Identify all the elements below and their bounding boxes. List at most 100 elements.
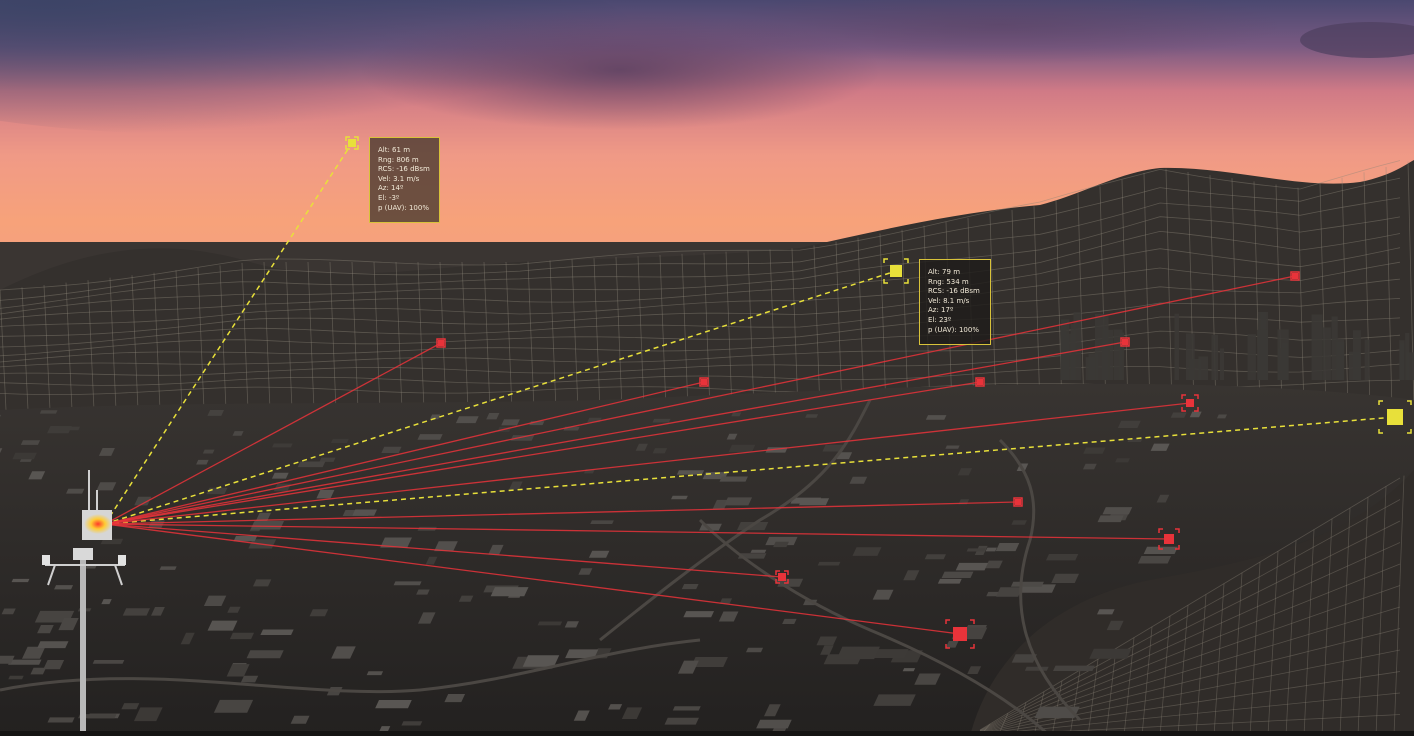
building [1011, 520, 1027, 525]
building [1277, 348, 1288, 380]
track-marker[interactable] [975, 377, 985, 387]
building [1097, 609, 1115, 615]
uav-probability-readout: p (UAV): 100% [378, 203, 429, 212]
building [745, 647, 764, 653]
building [12, 452, 37, 460]
building [836, 646, 880, 660]
uav-target-icon [348, 139, 356, 147]
building [902, 668, 916, 672]
velocity-readout: Vel: 8.1 m/s [928, 296, 970, 305]
building [1102, 328, 1109, 380]
building [1060, 323, 1067, 380]
building [330, 438, 349, 443]
azimuth-readout: Az: 17º [928, 306, 954, 315]
track-marker[interactable] [1120, 337, 1130, 347]
track-target-icon [1164, 534, 1174, 544]
building [47, 717, 75, 723]
building [272, 443, 293, 448]
elevation-readout: El: 23º [928, 315, 952, 324]
building [1113, 329, 1123, 380]
building [455, 416, 479, 424]
building [590, 520, 614, 525]
building [1097, 515, 1124, 523]
building [852, 547, 882, 556]
building [1051, 573, 1080, 583]
building [1010, 581, 1044, 587]
building [352, 509, 378, 516]
track-target-icon [1292, 273, 1298, 279]
building [671, 495, 688, 500]
track-target-icon [977, 379, 983, 385]
building [8, 675, 24, 680]
building [1115, 458, 1130, 463]
building [202, 449, 215, 454]
building [213, 699, 254, 713]
building [1102, 507, 1133, 515]
building [416, 589, 430, 595]
track-marker[interactable] [436, 338, 446, 348]
building [196, 459, 209, 465]
azimuth-readout: Az: 14º [378, 184, 404, 193]
range-readout: Rng: 806 m [378, 155, 419, 164]
building [1247, 334, 1256, 380]
uav-target-icon [1387, 409, 1403, 425]
building [1364, 339, 1370, 380]
building [11, 578, 30, 583]
track-target-icon [953, 627, 967, 641]
altitude-readout: Alt: 61 m [378, 146, 411, 154]
track-target-icon [1186, 399, 1194, 407]
building [207, 620, 238, 631]
building [924, 554, 946, 560]
building [925, 415, 947, 420]
building [401, 721, 423, 726]
building [1220, 348, 1225, 380]
building [537, 621, 563, 626]
building [92, 660, 125, 664]
building [672, 706, 701, 711]
building [1053, 665, 1095, 671]
building [1211, 334, 1218, 380]
building [1024, 666, 1049, 671]
building [417, 434, 443, 440]
building [782, 618, 797, 625]
building [652, 418, 671, 423]
elevation-readout: El: -3º [378, 193, 400, 202]
track-marker[interactable] [1290, 271, 1300, 281]
building [8, 659, 42, 665]
uav-info-card[interactable]: Alt: 79 m Rng: 534 m RCS: -16 dBsm Vel: … [919, 259, 991, 345]
building [37, 641, 69, 649]
track-marker[interactable] [699, 377, 709, 387]
building [966, 548, 986, 552]
uav-target-icon [890, 265, 902, 277]
building [490, 587, 529, 597]
building [1399, 340, 1405, 380]
building [750, 549, 767, 553]
altitude-readout: Alt: 79 m [928, 268, 961, 276]
building [1405, 332, 1410, 380]
building [381, 446, 402, 453]
building [995, 543, 1020, 552]
building [719, 476, 748, 482]
building [366, 671, 384, 676]
track-target-icon [701, 379, 707, 385]
building [1349, 351, 1361, 380]
building [122, 608, 150, 616]
building [1083, 447, 1106, 454]
track-target-icon [1015, 499, 1021, 505]
building [874, 649, 909, 658]
track-marker[interactable] [1013, 497, 1023, 507]
building [1117, 420, 1141, 428]
uav-info-card[interactable]: Alt: 61 m Rng: 806 m RCS: -16 dBsm Vel: … [369, 137, 440, 223]
building [159, 566, 177, 570]
building [1085, 357, 1096, 380]
building [773, 541, 789, 548]
building [393, 581, 422, 586]
track-target-icon [438, 340, 444, 346]
building [588, 550, 610, 558]
building [246, 650, 284, 659]
building [728, 444, 756, 452]
building [937, 578, 962, 584]
building [1174, 313, 1179, 380]
building [271, 472, 289, 479]
building [501, 419, 520, 426]
